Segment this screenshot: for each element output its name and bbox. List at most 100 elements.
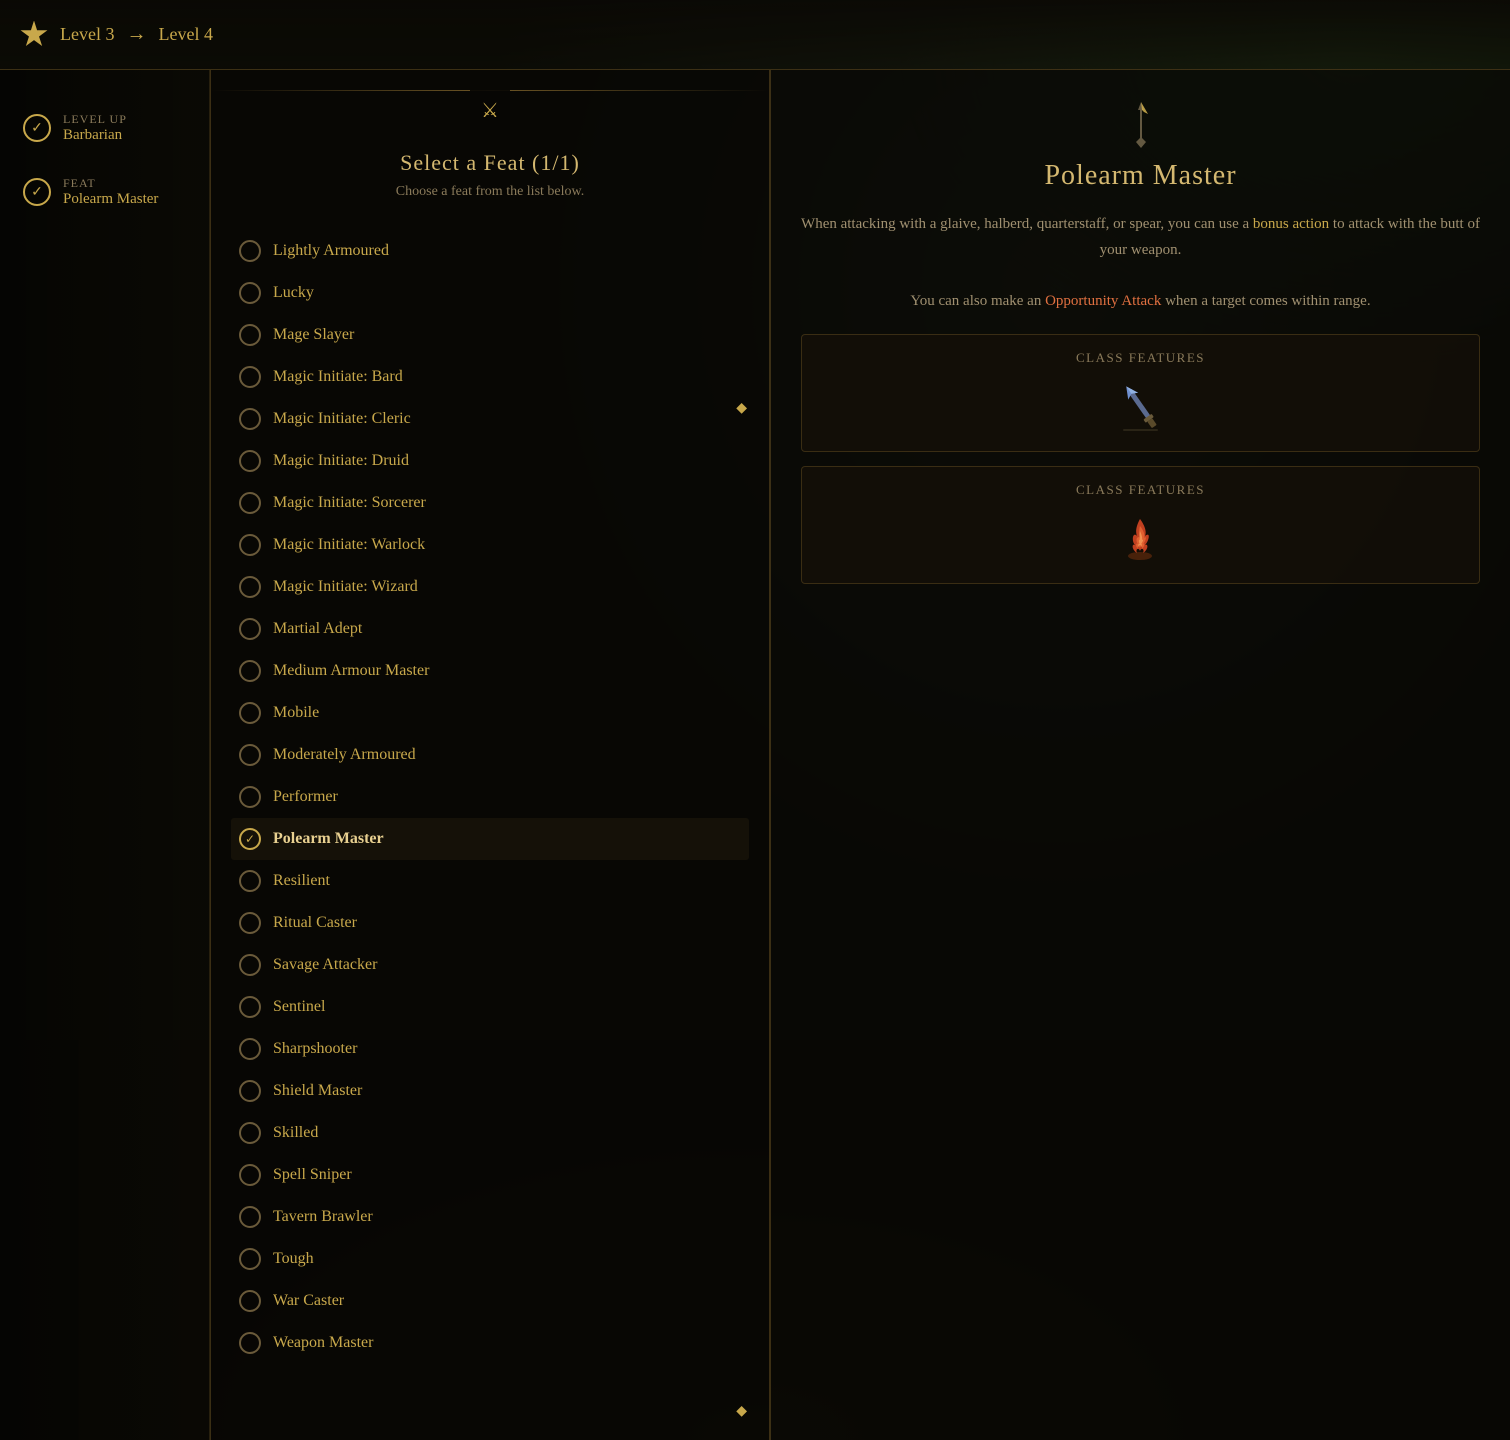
level-from: Level 3: [60, 24, 114, 45]
feat-radio-war-caster: [239, 1290, 261, 1312]
feat-list[interactable]: Lightly Armoured Lucky Mage Slayer Magic In…: [211, 230, 769, 1420]
feat-name-resilient: Resilient: [273, 872, 330, 890]
feat-item-martial-adept[interactable]: Martial Adept: [231, 608, 749, 650]
feat-name-mobile: Mobile: [273, 704, 319, 722]
feat-radio-ritual-caster: [239, 912, 261, 934]
feat-item-magic-initiate-sorcerer[interactable]: Magic Initiate: Sorcerer: [231, 482, 749, 524]
feat-name-medium-armour-master: Medium Armour Master: [273, 662, 429, 680]
feat-name-lightly-armoured: Lightly Armoured: [273, 242, 389, 260]
left-panel: ✓ Level Up Barbarian ✓ Feat Polearm Mast…: [0, 70, 210, 1440]
feat-item-performer[interactable]: Performer: [231, 776, 749, 818]
feat-name-sentinel: Sentinel: [273, 998, 325, 1016]
feat-item-moderately-armoured[interactable]: Moderately Armoured: [231, 734, 749, 776]
class-features-container: Class Features Class Features: [801, 334, 1480, 584]
level-icon: [20, 21, 48, 49]
feat-radio-performer: [239, 786, 261, 808]
feat-radio-skilled: [239, 1122, 261, 1144]
level-to: Level 4: [158, 24, 212, 45]
feat-radio-tough: [239, 1248, 261, 1270]
feat-name-tavern-brawler: Tavern Brawler: [273, 1208, 373, 1226]
feat-item-magic-initiate-wizard[interactable]: Magic Initiate: Wizard: [231, 566, 749, 608]
class-feature-svg-polearm: [1113, 379, 1168, 434]
feat-radio-savage-attacker: [239, 954, 261, 976]
feat-radio-martial-adept: [239, 618, 261, 640]
feat-radio-medium-armour-master: [239, 660, 261, 682]
feat-name-martial-adept: Martial Adept: [273, 620, 362, 638]
feat-item-polearm-master[interactable]: Polearm Master: [231, 818, 749, 860]
feat-item-spell-sniper[interactable]: Spell Sniper: [231, 1154, 749, 1196]
feat-name-lucky: Lucky: [273, 284, 314, 302]
class-feature-img-cf1: [1111, 376, 1171, 436]
desc-part3: You can also make an: [910, 293, 1045, 309]
class-feature-label-cf1: Class Features: [1076, 350, 1205, 366]
feat-name-magic-initiate-sorcerer: Magic Initiate: Sorcerer: [273, 494, 426, 512]
panel-title: Select a Feat (1/1): [231, 150, 749, 176]
class-feature-card-cf2: Class Features: [801, 466, 1480, 584]
level-arrow: →: [126, 23, 146, 46]
feat-item-mage-slayer[interactable]: Mage Slayer: [231, 314, 749, 356]
sidebar-text-levelup: Level Up Barbarian: [63, 112, 127, 144]
feat-name-magic-initiate-druid: Magic Initiate: Druid: [273, 452, 409, 470]
feat-name-sharpshooter: Sharpshooter: [273, 1040, 357, 1058]
feat-name-war-caster: War Caster: [273, 1292, 344, 1310]
desc-highlight1: bonus action: [1253, 216, 1329, 232]
scroll-indicator-top: ◆: [736, 400, 747, 417]
feat-item-magic-initiate-druid[interactable]: Magic Initiate: Druid: [231, 440, 749, 482]
feat-item-lightly-armoured[interactable]: Lightly Armoured: [231, 230, 749, 272]
polearm-deco-svg: [1116, 100, 1166, 150]
feat-detail-icon: [1116, 100, 1166, 150]
feat-item-skilled[interactable]: Skilled: [231, 1112, 749, 1154]
feat-item-sentinel[interactable]: Sentinel: [231, 986, 749, 1028]
feat-item-war-caster[interactable]: War Caster: [231, 1280, 749, 1322]
feat-radio-moderately-armoured: [239, 744, 261, 766]
feat-radio-sentinel: [239, 996, 261, 1018]
desc-highlight2: Opportunity Attack: [1045, 293, 1161, 309]
feat-radio-magic-initiate-druid: [239, 450, 261, 472]
feat-name-performer: Performer: [273, 788, 338, 806]
feat-item-weapon-master[interactable]: Weapon Master: [231, 1322, 749, 1364]
panel-subtitle: Choose a feat from the list below.: [231, 184, 749, 200]
feat-radio-polearm-master: [239, 828, 261, 850]
feat-name-polearm-master: Polearm Master: [273, 830, 384, 848]
feat-radio-lightly-armoured: [239, 240, 261, 262]
feat-radio-mobile: [239, 702, 261, 724]
sidebar-value-levelup: Barbarian: [63, 127, 127, 144]
feat-item-magic-initiate-cleric[interactable]: Magic Initiate: Cleric: [231, 398, 749, 440]
level-indicator: Level 3 → Level 4: [20, 21, 213, 49]
sidebar-item-feat[interactable]: ✓ Feat Polearm Master: [15, 164, 194, 220]
feat-name-magic-initiate-bard: Magic Initiate: Bard: [273, 368, 403, 386]
feat-radio-magic-initiate-bard: [239, 366, 261, 388]
feat-item-magic-initiate-warlock[interactable]: Magic Initiate: Warlock: [231, 524, 749, 566]
feat-item-sharpshooter[interactable]: Sharpshooter: [231, 1028, 749, 1070]
feat-radio-mage-slayer: [239, 324, 261, 346]
feat-radio-shield-master: [239, 1080, 261, 1102]
feat-name-skilled: Skilled: [273, 1124, 318, 1142]
feat-item-ritual-caster[interactable]: Ritual Caster: [231, 902, 749, 944]
class-feature-card-cf1: Class Features: [801, 334, 1480, 452]
feat-detail-name: Polearm Master: [801, 160, 1480, 192]
feat-item-lucky[interactable]: Lucky: [231, 272, 749, 314]
feat-item-tavern-brawler[interactable]: Tavern Brawler: [231, 1196, 749, 1238]
feat-name-savage-attacker: Savage Attacker: [273, 956, 377, 974]
feat-item-resilient[interactable]: Resilient: [231, 860, 749, 902]
feat-item-medium-armour-master[interactable]: Medium Armour Master: [231, 650, 749, 692]
feat-item-shield-master[interactable]: Shield Master: [231, 1070, 749, 1112]
feat-name-ritual-caster: Ritual Caster: [273, 914, 357, 932]
feat-radio-tavern-brawler: [239, 1206, 261, 1228]
feat-item-mobile[interactable]: Mobile: [231, 692, 749, 734]
scroll-indicator-bottom: ◆: [736, 1403, 747, 1420]
sidebar-check-levelup: ✓: [23, 114, 51, 142]
sidebar-item-levelup[interactable]: ✓ Level Up Barbarian: [15, 100, 194, 156]
feat-name-shield-master: Shield Master: [273, 1082, 362, 1100]
feat-item-savage-attacker[interactable]: Savage Attacker: [231, 944, 749, 986]
feat-radio-resilient: [239, 870, 261, 892]
feat-name-mage-slayer: Mage Slayer: [273, 326, 354, 344]
feat-item-tough[interactable]: Tough: [231, 1238, 749, 1280]
feat-name-magic-initiate-warlock: Magic Initiate: Warlock: [273, 536, 425, 554]
right-panel: Polearm Master When attacking with a gla…: [770, 70, 1510, 1440]
feat-item-magic-initiate-bard[interactable]: Magic Initiate: Bard: [231, 356, 749, 398]
class-feature-label-cf2: Class Features: [1076, 482, 1205, 498]
feat-radio-magic-initiate-sorcerer: [239, 492, 261, 514]
feat-radio-spell-sniper: [239, 1164, 261, 1186]
feat-radio-magic-initiate-warlock: [239, 534, 261, 556]
